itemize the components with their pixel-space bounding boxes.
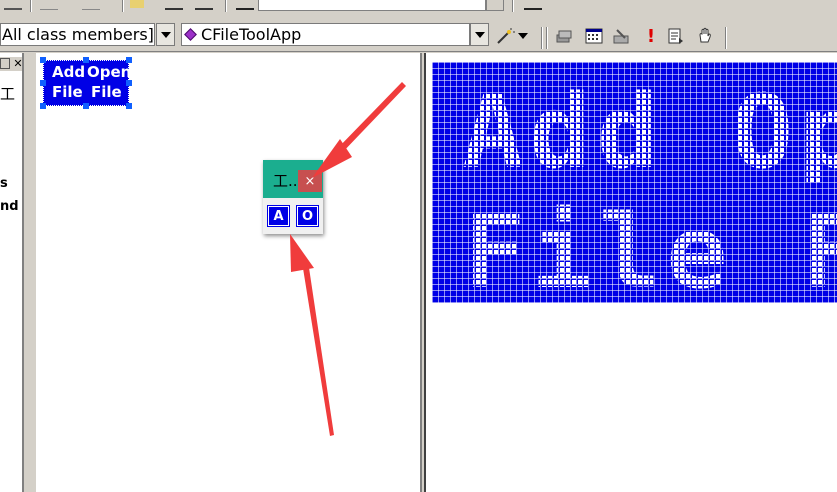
bitmap-label-file: File (91, 83, 122, 101)
tree-item-text[interactable]: s (0, 176, 8, 191)
open-folder-icon[interactable] (130, 0, 144, 8)
zoomed-text-line-2: File Fil (464, 193, 837, 304)
floating-toolbar[interactable]: 工.. × A O (263, 160, 323, 234)
pane-close-icon[interactable]: ✕ (12, 57, 22, 70)
resize-handle[interactable] (40, 103, 46, 109)
floating-toolbar-title: 工.. (273, 172, 298, 190)
toolbar-separator (30, 0, 32, 12)
zoomed-text-line-1: Add Ope (462, 73, 837, 192)
class-diamond-icon (184, 28, 197, 41)
toolbar-separator (122, 0, 124, 12)
find-in-files-icon[interactable] (524, 0, 542, 10)
tree-item-glyph[interactable]: 工 (0, 83, 15, 104)
execute-exclamation-icon[interactable]: ! (640, 25, 662, 47)
hand-icon[interactable] (694, 25, 716, 47)
resize-handle[interactable] (126, 57, 132, 63)
top-toolbar (0, 0, 837, 20)
bitmap-label-open: Open (87, 63, 132, 81)
class-name-dropdown-button[interactable] (470, 23, 489, 46)
workspace-pane-buttons: ✕ (0, 57, 22, 71)
resize-handle[interactable] (126, 80, 132, 86)
floating-toolbar-button-o[interactable]: O (296, 205, 319, 227)
pane-restore-icon[interactable] (0, 58, 10, 69)
list-document-icon[interactable] (664, 25, 686, 47)
tree-item-text[interactable]: nd (0, 199, 19, 214)
wand-dropdown-icon[interactable] (516, 25, 530, 47)
class-name-combo[interactable]: CFileToolApp (181, 23, 470, 46)
resize-handle[interactable] (40, 57, 46, 63)
search-dropdown-button[interactable] (486, 0, 504, 11)
copy-icon[interactable] (82, 0, 100, 10)
dialog-grid-icon[interactable] (583, 25, 605, 47)
bitmap-label-add: Add (52, 63, 86, 81)
toolbar-bitmap-resource[interactable]: Add Open File File (43, 60, 132, 106)
resize-handle[interactable] (40, 80, 46, 86)
floating-toolbar-button-a[interactable]: A (267, 205, 290, 227)
class-name-value: CFileToolApp (201, 25, 302, 44)
resize-handle[interactable] (83, 57, 89, 63)
resize-handle[interactable] (83, 103, 89, 109)
resource-editor-pane[interactable] (26, 53, 422, 492)
class-filter-value: All class members] (2, 25, 154, 44)
toolbar-separator (512, 0, 514, 12)
find-icon[interactable] (165, 0, 183, 10)
window-icon[interactable] (195, 0, 213, 10)
layers-icon[interactable] (553, 25, 575, 47)
floating-toolbar-close-button[interactable]: × (298, 170, 322, 192)
zoomed-bitmap-grid[interactable]: Add Ope File Fil (432, 62, 837, 303)
binoculars-icon[interactable] (236, 0, 254, 10)
class-filter-combo[interactable]: All class members] (0, 23, 155, 46)
toolbar-separator (225, 0, 227, 12)
toolbar-separator (725, 27, 727, 49)
cut-icon[interactable] (40, 0, 58, 10)
build-stop-icon[interactable] (610, 25, 632, 47)
workspace-pane: ✕ 工 s nd (0, 53, 24, 492)
toolbar-separator (546, 27, 548, 49)
resize-handle[interactable] (126, 103, 132, 109)
toolbar-separator (541, 27, 543, 49)
search-input[interactable] (258, 0, 486, 11)
bitmap-label-file: File (52, 83, 83, 101)
class-filter-dropdown-button[interactable] (156, 23, 175, 46)
new-file-icon[interactable] (4, 0, 22, 10)
magic-wand-icon[interactable] (494, 25, 516, 47)
